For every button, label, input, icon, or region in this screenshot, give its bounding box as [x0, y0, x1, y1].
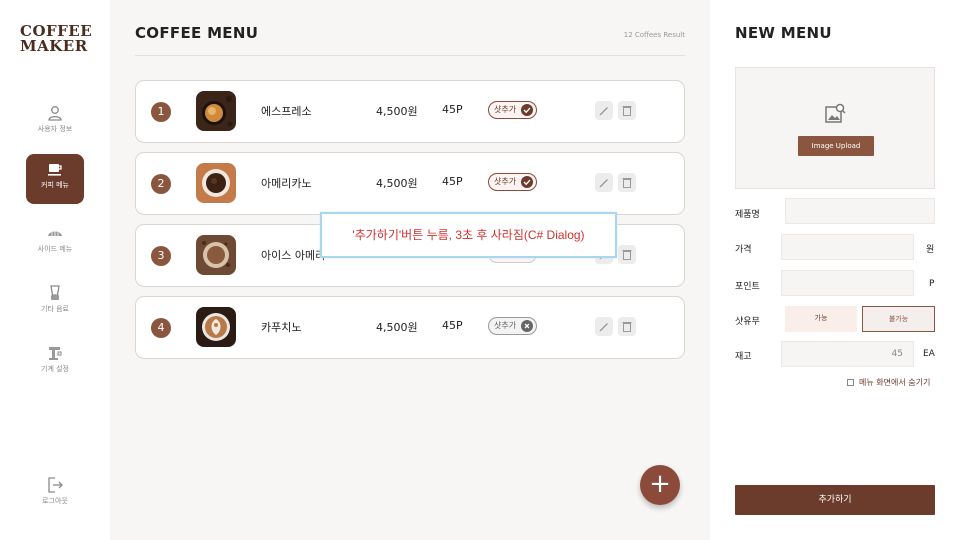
item-price: 4,500원	[376, 321, 418, 334]
point-unit: P	[929, 279, 935, 289]
stock-input[interactable]: 45	[781, 341, 914, 367]
trash-icon	[622, 250, 632, 260]
panel-title: NEW MENU	[735, 24, 832, 42]
delete-button[interactable]	[618, 245, 636, 264]
price-label: 가격	[735, 245, 752, 255]
shot-add-badge: 샷추가	[488, 101, 537, 119]
shot-unavailable-button[interactable]: 불가능	[862, 306, 935, 332]
sidebar-item-machine-settings[interactable]: 기계 설정	[26, 338, 84, 388]
trash-icon	[622, 322, 632, 332]
item-name: 카푸치노	[261, 321, 302, 334]
delete-button[interactable]	[618, 317, 636, 336]
divider	[135, 55, 685, 56]
hide-from-menu-label: 메뉴 화면에서 숨기기	[859, 378, 931, 387]
shot-add-label: 샷추가	[494, 321, 517, 330]
edit-button[interactable]	[595, 101, 613, 120]
user-icon	[48, 106, 62, 121]
delete-button[interactable]	[618, 101, 636, 120]
delete-button[interactable]	[618, 173, 636, 192]
menu-item-card[interactable]: 4 카푸치노 4,500원 45P 샷추가	[135, 296, 685, 359]
logo-line-2: MAKER	[20, 37, 88, 55]
item-number: 2	[151, 174, 171, 194]
logout-icon	[48, 477, 63, 493]
cappuccino-image	[196, 307, 236, 347]
item-name: 에스프레소	[261, 105, 312, 118]
hide-from-menu-row[interactable]: 메뉴 화면에서 숨기기	[847, 377, 930, 388]
item-point: 45P	[442, 103, 463, 116]
image-upload-area[interactable]: Image Upload	[735, 67, 935, 189]
sidebar-item-label: 기타 음료	[41, 305, 69, 313]
menu-item-card[interactable]: 1 에스프레소 4,500원 45P 샷추가	[135, 80, 685, 143]
price-input[interactable]	[781, 234, 914, 260]
item-number: 3	[151, 246, 171, 266]
coffee-cup-icon	[48, 164, 62, 176]
page-title: COFFEE MENU	[135, 24, 259, 42]
menu-item-card[interactable]: 2 아메리카노 4,500원 45P 샷추가	[135, 152, 685, 215]
sidebar-item-label: 사이드 메뉴	[37, 245, 73, 253]
logout-label: 로그아웃	[42, 497, 68, 505]
pencil-icon	[599, 323, 608, 332]
trash-icon	[622, 178, 632, 188]
item-name: 아메리카노	[261, 177, 312, 190]
image-search-icon	[825, 103, 846, 123]
sidebar-item-user-info[interactable]: 사용자 정보	[26, 98, 84, 148]
croissant-icon	[48, 231, 62, 236]
hide-from-menu-checkbox[interactable]	[847, 379, 854, 386]
pencil-icon	[599, 107, 608, 116]
pencil-icon	[599, 179, 608, 188]
logout-button[interactable]: 로그아웃	[26, 470, 84, 520]
add-menu-button[interactable]: 추가하기	[735, 485, 935, 515]
item-name: 아이스 아메리	[261, 249, 326, 262]
shot-add-label: 샷추가	[494, 177, 517, 186]
shot-add-label: 샷추가	[494, 105, 517, 114]
result-count: 12 Coffees Result	[623, 31, 685, 39]
point-label: 포인트	[735, 282, 760, 292]
check-icon	[521, 104, 533, 116]
espresso-image	[196, 91, 236, 131]
edit-button[interactable]	[595, 173, 613, 192]
sidebar-item-label: 기계 설정	[41, 365, 69, 373]
edit-button[interactable]	[595, 317, 613, 336]
item-price: 4,500원	[376, 177, 418, 190]
shot-available-button[interactable]: 가능	[785, 306, 857, 332]
point-input[interactable]	[781, 270, 914, 296]
new-menu-panel: NEW MENU Image Upload 제품명 가격 원 포인트 P 샷유무…	[710, 0, 960, 540]
app-logo: COFFEE MAKER	[20, 24, 92, 54]
product-name-label: 제품명	[735, 210, 760, 220]
blender-icon	[50, 285, 60, 300]
sidebar-item-other-drinks[interactable]: 기타 음료	[26, 278, 84, 328]
iced-americano-image	[196, 235, 236, 275]
sidebar-item-coffee-menu[interactable]: 커피 메뉴	[26, 154, 84, 204]
price-unit: 원	[926, 245, 935, 255]
shot-add-badge: 샷추가	[488, 173, 537, 191]
product-name-input[interactable]	[785, 198, 935, 224]
coffee-menu-panel: COFFEE MENU 12 Coffees Result 1 에스프레소 4,…	[110, 0, 710, 540]
stock-label: 재고	[735, 352, 752, 362]
item-number: 1	[151, 102, 171, 122]
item-point: 45P	[442, 319, 463, 332]
shot-add-badge: 샷추가	[488, 317, 537, 335]
item-number: 4	[151, 318, 171, 338]
check-icon	[521, 176, 533, 188]
image-upload-button[interactable]: Image Upload	[798, 136, 874, 156]
add-menu-fab[interactable]: +	[640, 465, 680, 505]
shot-option-label: 샷유무	[735, 317, 760, 327]
notification-dialog: '추가하기'버튼 누름, 3초 후 사라짐(C# Dialog)	[320, 212, 617, 258]
sidebar-item-side-menu[interactable]: 사이드 메뉴	[26, 218, 84, 268]
item-point: 45P	[442, 175, 463, 188]
machine-icon	[49, 347, 62, 360]
trash-icon	[622, 106, 632, 116]
sidebar-item-label: 사용자 정보	[37, 125, 73, 133]
americano-image	[196, 163, 236, 203]
stock-unit: EA	[923, 349, 935, 359]
item-price: 4,500원	[376, 105, 418, 118]
sidebar: COFFEE MAKER 사용자 정보 커피 메뉴 사이드 메뉴 기타 음료 기…	[0, 0, 110, 540]
sidebar-item-label: 커피 메뉴	[41, 181, 69, 189]
x-icon	[521, 320, 533, 332]
